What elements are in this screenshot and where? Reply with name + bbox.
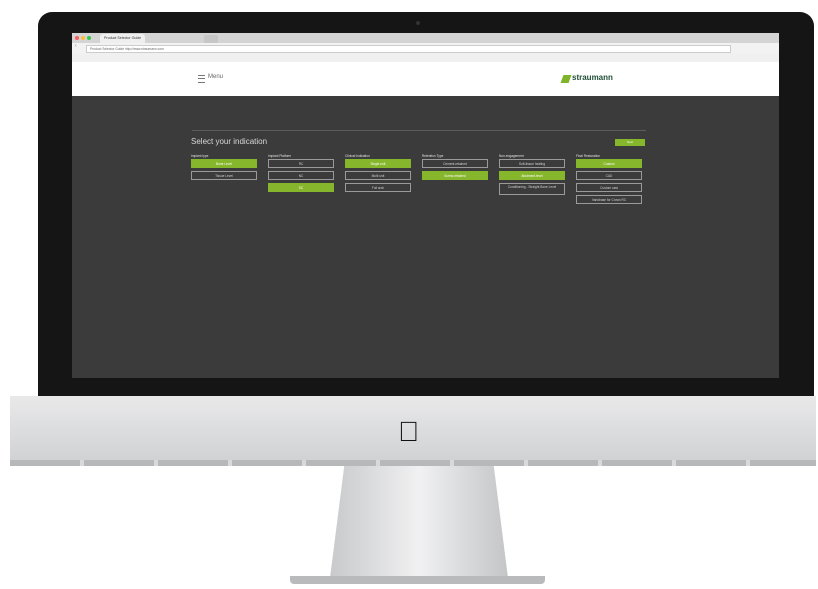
straumann-logo-icon [560, 75, 572, 83]
option-button[interactable]: Multi unit [345, 171, 411, 180]
divider [192, 130, 646, 131]
option-button[interactable]: Cement-retained [422, 159, 488, 168]
option-button[interactable]: Custom [576, 159, 642, 168]
option-column: Implant Platform RC NC SC [268, 154, 334, 195]
option-column: Clinical Indication Single unit Multi unit… [345, 154, 411, 195]
browser-tab-bar: Product Selector Guide [72, 33, 779, 43]
monitor-screen: Product Selector Guide ‹ Product Selecto… [72, 33, 779, 378]
camera-icon [416, 21, 420, 25]
url-field[interactable]: Product Selector Guide http://www.straum… [86, 45, 731, 53]
apple-logo-icon:  [398, 416, 419, 448]
new-tab-button[interactable] [204, 35, 218, 43]
option-button[interactable]: Tissue Level [191, 171, 257, 180]
option-button[interactable]: Conditioning - Straight Bone Level [499, 183, 565, 195]
next-button[interactable]: Next [615, 139, 645, 146]
address-bar: ‹ Product Selector Guide http://www.stra… [72, 43, 779, 53]
browser-tab-active[interactable]: Product Selector Guide [100, 34, 146, 43]
close-window-icon[interactable] [75, 36, 79, 40]
option-button[interactable]: Abutment-level [499, 171, 565, 180]
minimize-window-icon[interactable] [81, 36, 85, 40]
option-button[interactable]: RC [268, 159, 334, 168]
option-button[interactable]: Single unit [345, 159, 411, 168]
menu-button[interactable]: Menu [208, 74, 223, 80]
option-button[interactable]: Full arch [345, 183, 411, 192]
monitor-stand-base [290, 576, 545, 584]
option-button[interactable]: SC [268, 183, 334, 192]
option-button[interactable]: Screw-retained [422, 171, 488, 180]
option-button[interactable]: Variobase for Crown RC [576, 195, 642, 204]
option-button[interactable]: Bone Level [191, 159, 257, 168]
zoom-window-icon[interactable] [87, 36, 91, 40]
option-column: Implant type Bone Level Tissue Level [191, 154, 257, 183]
option-column: Retention Type Cement-retained Screw-retai… [422, 154, 488, 183]
option-button[interactable]: Soft-tissue healing [499, 159, 565, 168]
hamburger-menu-icon[interactable] [198, 75, 205, 83]
page-title: Select your indication [191, 137, 268, 146]
option-column: Final Restoration Custom CAD Custom cast Var… [576, 154, 642, 207]
chin-edge [10, 460, 816, 466]
site-header: Menu straumann [72, 62, 779, 96]
option-column: Non-engagement Soft-tissue healing Abutmen… [499, 154, 565, 198]
option-button[interactable]: Custom cast [576, 183, 642, 192]
straumann-logo[interactable]: straumann [572, 73, 613, 82]
monitor-stand [330, 466, 508, 578]
option-button[interactable]: NC [268, 171, 334, 180]
back-icon[interactable]: ‹ [75, 43, 77, 49]
option-button[interactable]: CAD [576, 171, 642, 180]
